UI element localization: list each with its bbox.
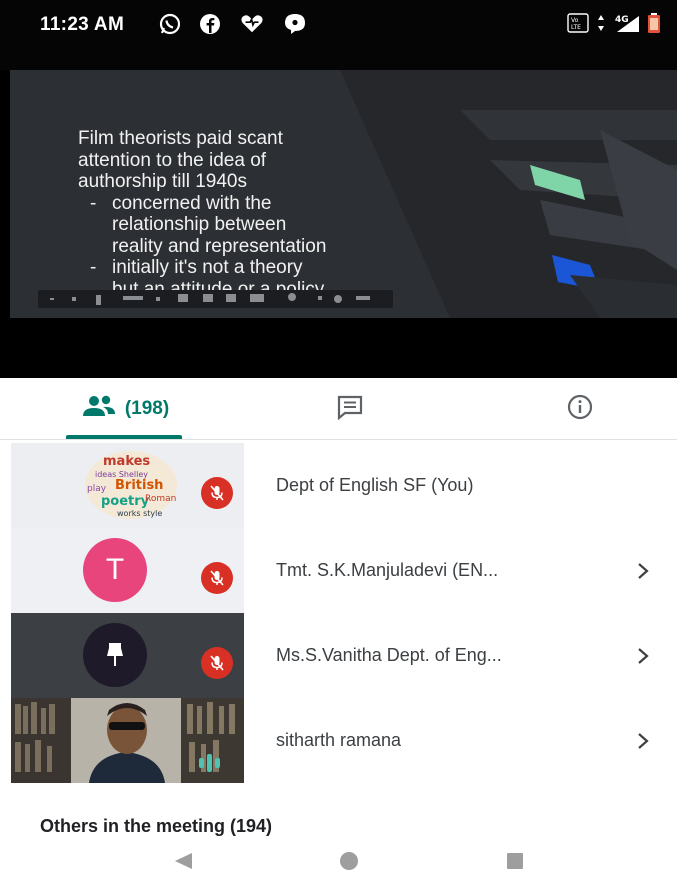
bullet-dash: - (90, 257, 97, 278)
mic-off-icon (210, 485, 224, 501)
info-icon (566, 393, 594, 426)
heart-chat-icon (240, 12, 264, 36)
status-time: 11:23 AM (40, 14, 125, 35)
chat-icon (336, 394, 364, 425)
others-heading: Others in the meeting (194) (40, 816, 273, 836)
svg-text:Vo: Vo (571, 17, 579, 24)
avatar (83, 623, 147, 687)
status-indicators: Vo LTE 4G (567, 12, 661, 39)
participant-name: Ms.S.Vanitha Dept. of Eng... (276, 645, 502, 665)
presentation-area[interactable]: Film theorists paid scant attention to t… (0, 70, 677, 378)
status-bar: 11:23 AM Vo LTE 4G (0, 0, 677, 70)
muted-badge (201, 562, 233, 594)
home-button[interactable] (334, 850, 364, 872)
slide-line: attention to the idea of (78, 149, 267, 171)
avatar: T (83, 538, 147, 602)
chevron-right-icon[interactable] (636, 613, 650, 698)
tab-chat[interactable] (325, 378, 375, 440)
slide-bullet-continuation: relationship between (112, 214, 287, 235)
active-tab-indicator (66, 435, 182, 439)
participant-row[interactable]: Ms.S.Vanitha Dept. of Eng... (0, 613, 677, 698)
svg-text:poetry: poetry (101, 494, 150, 509)
bullet-text: concerned with the (112, 192, 272, 214)
muted-badge (201, 647, 233, 679)
participant-row[interactable]: T Tmt. S.K.Manjuladevi (EN... (0, 528, 677, 613)
signal-icon: 4G (611, 12, 641, 39)
people-icon (81, 394, 117, 424)
svg-text:Roman: Roman (145, 494, 176, 504)
presentation-slide: Film theorists paid scant attention to t… (10, 70, 677, 318)
system-nav-bar (0, 846, 677, 876)
slide-line: authorship till 1940s (78, 171, 247, 192)
mic-off-icon (210, 655, 224, 671)
slide-bullet-continuation: reality and representation (112, 235, 327, 257)
back-button[interactable] (168, 850, 198, 872)
data-arrows-icon (597, 13, 605, 38)
facebook-icon (198, 12, 222, 36)
slide-line: Film theorists paid scant (78, 128, 283, 149)
svg-text:works style: works style (117, 509, 162, 518)
participant-name: Dept of English SF (You) (276, 475, 474, 495)
slide-text: Film theorists paid scant attention to t… (78, 128, 458, 300)
participant-tile: T (11, 528, 244, 613)
muted-badge (201, 477, 233, 509)
svg-text:makes: makes (103, 454, 150, 469)
tab-bar: (198) (0, 378, 677, 440)
participant-tile (11, 613, 244, 698)
slide-bullet: - concerned with the (78, 193, 458, 215)
battery-icon (647, 12, 661, 39)
participant-tile: makes ideas Shelley British play poetry … (11, 443, 244, 528)
participant-video (11, 698, 244, 783)
whatsapp-icon (158, 12, 182, 36)
pin-icon (107, 643, 123, 666)
people-count: (198) (124, 398, 170, 419)
svg-text:play: play (87, 484, 107, 494)
participant-name: sitharth ramana (276, 730, 402, 750)
word-cloud-avatar: makes ideas Shelley British play poetry … (85, 451, 177, 519)
participant-name: Tmt. S.K.Manjuladevi (EN... (276, 560, 499, 580)
participant-row[interactable]: sitharth ramana (0, 698, 677, 783)
messenger-icon (283, 12, 307, 36)
svg-text:LTE: LTE (571, 24, 581, 31)
svg-text:British: British (115, 478, 163, 493)
recents-button[interactable] (500, 850, 530, 872)
mic-off-icon (210, 570, 224, 586)
svg-text:4G: 4G (615, 15, 629, 25)
speaking-indicator (199, 754, 220, 772)
slide-bullet: - initially it's not a theory (78, 257, 458, 279)
participant-row[interactable]: makes ideas Shelley British play poetry … (0, 443, 677, 528)
chevron-right-icon[interactable] (636, 698, 650, 783)
chevron-right-icon[interactable] (636, 528, 650, 613)
tab-people[interactable]: (198) (55, 378, 195, 440)
tab-info[interactable] (555, 378, 605, 440)
bullet-dash: - (90, 192, 97, 214)
presenter-toolbar[interactable] (38, 290, 393, 308)
avatar-initial: T (105, 553, 125, 586)
volte-icon: Vo LTE (567, 12, 591, 39)
bullet-text: initially it's not a theory (112, 257, 303, 278)
